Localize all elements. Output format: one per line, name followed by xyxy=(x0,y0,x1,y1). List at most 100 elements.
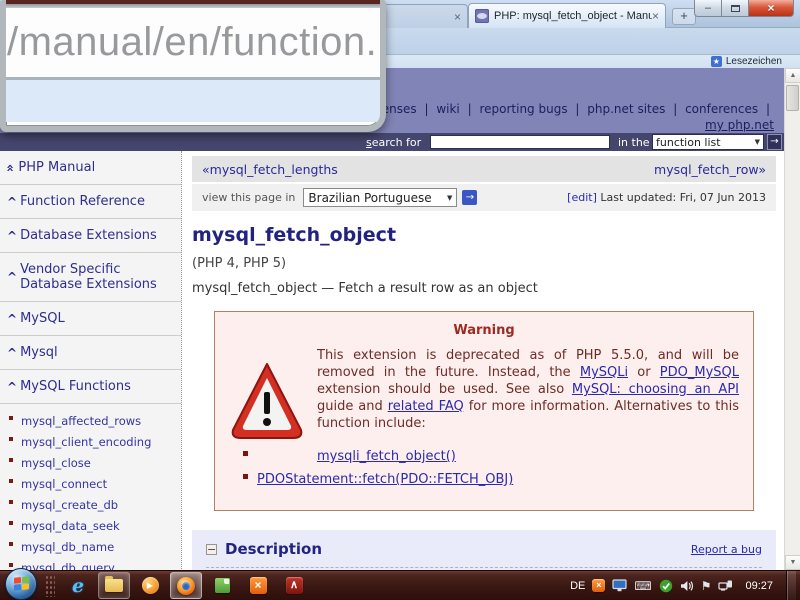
chevron-up-icon: ^ xyxy=(7,270,18,284)
prev-page-link[interactable]: «mysql_fetch_lengths xyxy=(202,162,338,177)
choosing-api-link[interactable]: MySQL: choosing an API xyxy=(572,382,739,397)
taskbar-internet-explorer[interactable]: e xyxy=(62,572,94,599)
language-row: view this page in Brazilian Portuguese ▼… xyxy=(192,184,776,211)
sidebar-item-vendor-specific[interactable]: ^ Vendor Specific Database Extensions xyxy=(0,253,181,302)
window-controls: – × xyxy=(694,0,794,17)
magnified-url-text: /manual/en/function.m xyxy=(7,20,380,64)
sidebar-item-mysql-driver[interactable]: ^ MySQL xyxy=(0,302,181,336)
mysqli-fetch-object-link[interactable]: mysqli_fetch_object() xyxy=(317,449,456,464)
display-tray-icon[interactable] xyxy=(612,579,627,592)
report-a-bug-link[interactable]: Report a bug xyxy=(691,543,762,556)
minimize-button[interactable]: – xyxy=(694,0,722,17)
taskbar-firefox[interactable] xyxy=(170,572,202,599)
warning-triangle-icon xyxy=(231,363,303,439)
new-tab-button[interactable]: + xyxy=(672,8,696,25)
warning-text: This extension is deprecated as of PHP 5… xyxy=(229,347,739,432)
tab-close-icon[interactable]: × xyxy=(652,10,659,22)
scroll-down-button[interactable]: ▼ xyxy=(785,555,800,570)
language-go-button[interactable]: → xyxy=(462,190,478,205)
xampp-tray-icon[interactable]: × xyxy=(592,579,606,592)
taskbar-clock[interactable]: 09:27 xyxy=(745,580,773,592)
sidebar-item-database-extensions[interactable]: ^ Database Extensions xyxy=(0,219,181,253)
function-link[interactable]: mysql_create_db xyxy=(21,498,118,512)
function-link[interactable]: mysql_db_query xyxy=(21,561,115,570)
sidebar-item-label: Database Extensions xyxy=(20,228,157,243)
keyboard-language-indicator[interactable]: DE xyxy=(570,580,585,592)
start-button[interactable] xyxy=(5,567,37,600)
nav-link-conferences[interactable]: conferences xyxy=(685,102,758,116)
php-favicon xyxy=(475,9,489,23)
function-link[interactable]: mysql_connect xyxy=(21,477,107,491)
antivirus-check-tray-icon[interactable] xyxy=(659,579,673,593)
function-link[interactable]: mysql_client_encoding xyxy=(21,435,151,449)
taskbar-adobe-reader[interactable]: ∧ xyxy=(278,572,310,599)
pipe: | xyxy=(673,102,678,116)
search-go-button[interactable]: → xyxy=(767,134,782,150)
maximize-button[interactable] xyxy=(722,0,749,17)
taskbar-editor[interactable] xyxy=(206,572,238,599)
text: extension should be used. See also xyxy=(317,382,572,397)
list-item: mysql_db_query xyxy=(0,556,181,570)
taskbar-drag-handle[interactable] xyxy=(45,574,55,597)
collapse-icon[interactable]: − xyxy=(206,543,217,555)
sidebar-item-label: MySQL Functions xyxy=(20,379,131,394)
function-link[interactable]: mysql_db_name xyxy=(21,540,114,554)
divider xyxy=(206,567,762,568)
list-item: mysql_create_db xyxy=(0,493,181,514)
scrollbar-thumb[interactable] xyxy=(786,85,799,111)
nav-link-reporting-bugs[interactable]: reporting bugs xyxy=(479,102,567,116)
tab-close-icon[interactable]: × xyxy=(454,11,461,23)
taskbar-windows-explorer[interactable] xyxy=(98,572,130,599)
next-page-link[interactable]: mysql_fetch_row» xyxy=(654,162,766,177)
desktop: × PHP: mysql_fetch_object - Manual × + –… xyxy=(0,0,800,600)
edit-link[interactable]: [edit] xyxy=(567,191,597,204)
text: guide and xyxy=(317,399,388,414)
tab-active[interactable]: PHP: mysql_fetch_object - Manual × xyxy=(468,3,666,28)
maximize-icon xyxy=(730,4,740,12)
sidebar-item-php-manual[interactable]: » PHP Manual xyxy=(0,151,181,185)
scroll-up-button[interactable]: ▲ xyxy=(785,68,800,83)
bookmarks-label[interactable]: Lesezeichen xyxy=(726,56,782,67)
lens-magnified-toolbar xyxy=(6,80,380,122)
magnifier-lens[interactable]: /manual/en/function.m xyxy=(0,0,386,132)
network-tray-icon[interactable] xyxy=(718,579,733,592)
search-scope-select[interactable]: function list ▼ xyxy=(652,134,764,150)
sidebar-item-label: MySQL xyxy=(20,311,65,326)
close-button[interactable]: × xyxy=(749,0,794,17)
nav-link-phpnet-sites[interactable]: php.net sites xyxy=(587,102,665,116)
list-item: mysql_client_encoding xyxy=(0,430,181,451)
view-page-in-label: view this page in xyxy=(202,191,296,204)
taskbar-media-player[interactable]: ▶ xyxy=(134,572,166,599)
alternatives-list: mysqli_fetch_object() PDOStatement::fetc… xyxy=(243,443,739,489)
list-item: mysqli_fetch_object() xyxy=(243,443,739,466)
related-faq-link[interactable]: related FAQ xyxy=(388,399,464,414)
function-link[interactable]: mysql_data_seek xyxy=(21,519,120,533)
sidebar-item-label: Function Reference xyxy=(20,194,145,209)
sidebar-item-function-reference[interactable]: ^ Function Reference xyxy=(0,185,181,219)
function-link[interactable]: mysql_close xyxy=(21,456,91,470)
sidebar-item-mysql-functions[interactable]: ^ MySQL Functions xyxy=(0,370,181,404)
function-link[interactable]: mysql_affected_rows xyxy=(21,414,141,428)
pdo-mysql-link[interactable]: PDO_MySQL xyxy=(660,365,739,380)
chevron-up-icon: ^ xyxy=(7,345,18,360)
bookmarks-star-icon[interactable]: ★ xyxy=(710,56,722,67)
action-center-flag-icon[interactable]: ⚑ xyxy=(701,579,712,593)
chevron-up-icon: ^ xyxy=(7,228,18,243)
sidebar-item-mysql[interactable]: ^ Mysql xyxy=(0,336,181,370)
pdostatement-fetch-link[interactable]: PDOStatement::fetch(PDO::FETCH_OBJ) xyxy=(257,472,513,487)
description-heading: Description xyxy=(225,540,323,558)
show-desktop-button[interactable] xyxy=(786,570,796,600)
list-item: mysql_connect xyxy=(0,472,181,493)
chevron-down-icon: ▼ xyxy=(754,138,760,146)
speaker-tray-icon[interactable] xyxy=(680,580,694,592)
nav-link-wiki[interactable]: wiki xyxy=(436,102,459,116)
chevron-up-icon: ^ xyxy=(7,311,18,326)
manual-content: «mysql_fetch_lengths mysql_fetch_row» vi… xyxy=(182,151,784,570)
page-scrollbar[interactable]: ▲ ▼ xyxy=(784,68,800,570)
keyboard-tray-icon[interactable]: ⌨ xyxy=(634,579,651,593)
nav-link-my-phpnet[interactable]: my php.net xyxy=(705,118,774,132)
site-search-input[interactable] xyxy=(430,135,610,149)
language-select[interactable]: Brazilian Portuguese ▼ xyxy=(303,188,458,207)
taskbar-xampp[interactable]: × xyxy=(242,572,274,599)
mysqli-link[interactable]: MySQLi xyxy=(580,365,628,380)
